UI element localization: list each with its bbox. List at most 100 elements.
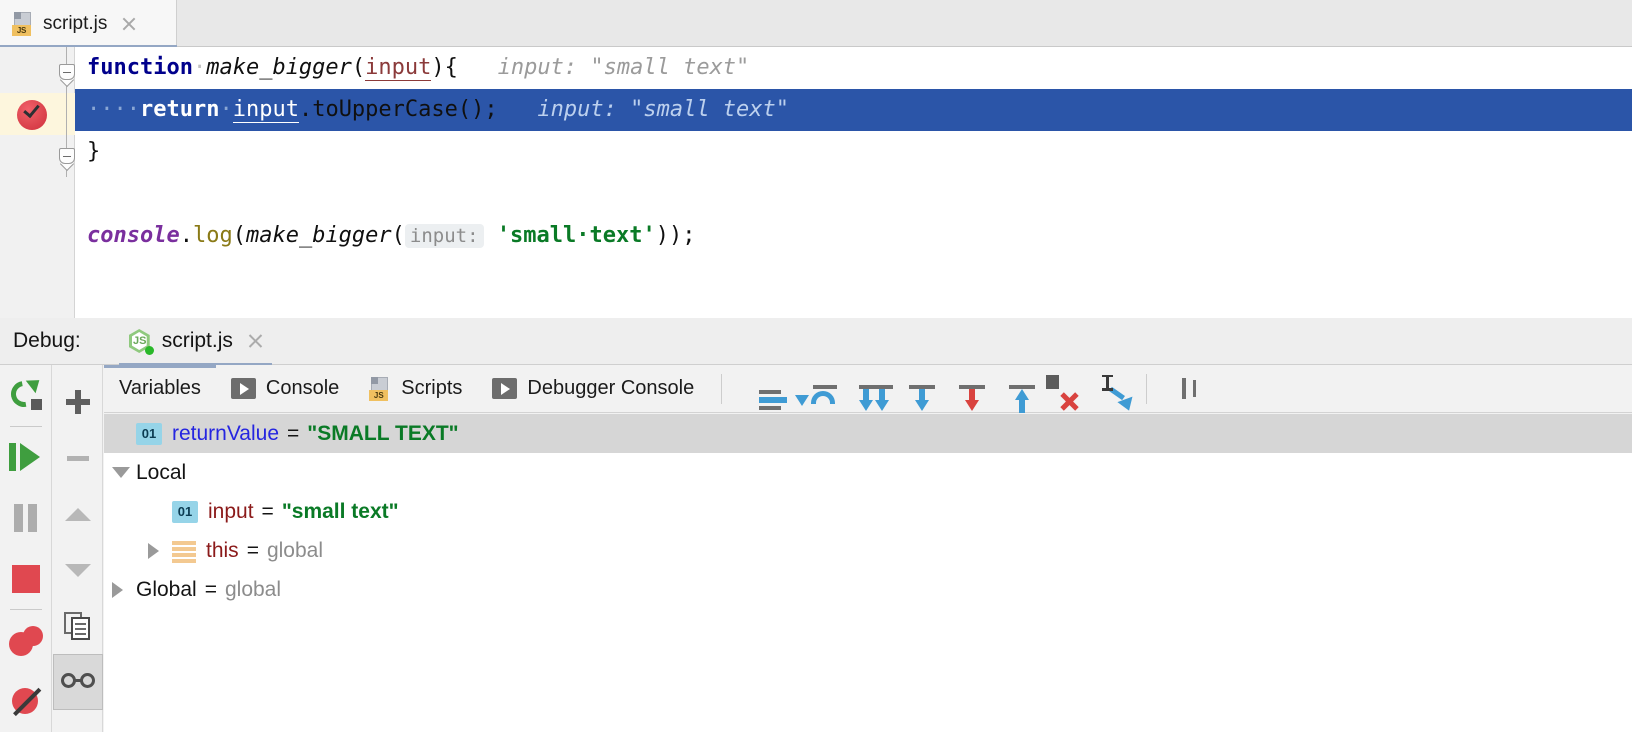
var-this[interactable]: this=global [104, 531, 1632, 570]
code-token: ){ [431, 55, 458, 80]
close-icon[interactable] [120, 15, 138, 33]
nodejs-icon: JS [127, 328, 153, 354]
divider [1146, 374, 1147, 404]
step-into-button[interactable] [834, 365, 884, 413]
code-token: ( [233, 223, 246, 248]
copy-value-button[interactable] [53, 598, 103, 654]
evaluate-expression-button[interactable] [1084, 365, 1134, 413]
inspect-button[interactable] [53, 654, 103, 710]
var-global[interactable]: Global = global [104, 570, 1632, 609]
drop-frame-button[interactable] [1034, 365, 1084, 413]
equals-sign: = [262, 500, 274, 524]
fold-marker-block-end[interactable] [59, 148, 75, 164]
collapse-arrow-icon[interactable] [112, 467, 136, 478]
tab-console[interactable]: Console [216, 365, 354, 413]
variables-tree[interactable]: 01returnValue="SMALL TEXT"Local01input="… [104, 414, 1632, 732]
variable-name: Global [136, 578, 197, 602]
stop-button[interactable] [0, 549, 52, 610]
tab-debugger-console[interactable]: Debugger Console [477, 365, 709, 413]
primitive-value-icon: 01 [136, 423, 162, 445]
code-editor[interactable]: function·make_bigger(input){ input: "sma… [75, 47, 1632, 318]
remove-watch-button[interactable] [53, 430, 103, 486]
watches-actions-column [53, 365, 103, 732]
pause-program-icon [13, 504, 39, 532]
breakpoint-verified-icon[interactable] [17, 100, 47, 130]
line-function-decl[interactable]: function·make_bigger(input){ input: "sma… [75, 47, 1632, 89]
line-blank[interactable] [75, 173, 1632, 215]
move-down-button[interactable] [53, 542, 103, 598]
code-token: . [180, 223, 193, 248]
code-folding-column[interactable] [58, 47, 75, 318]
tab-label: Variables [119, 377, 201, 400]
add-watch-button[interactable] [53, 374, 103, 430]
debug-header: Debug: JS script.js [0, 318, 1632, 365]
rerun-button[interactable] [0, 365, 52, 426]
var-local[interactable]: Local [104, 453, 1632, 492]
move-up-button[interactable] [53, 486, 103, 542]
force-step-into-button[interactable] [884, 365, 934, 413]
code-token: input [233, 97, 299, 123]
code-token: log [193, 223, 233, 248]
view-breakpoints-button[interactable] [0, 610, 52, 671]
editor-area: JS script.js function·make_bigger(input)… [0, 0, 1632, 318]
editor-tab-strip: JS script.js [0, 0, 1632, 47]
variable-name: Local [136, 461, 186, 485]
code-token: input: [405, 224, 484, 248]
code-token: .toUpperCase(); [299, 97, 498, 122]
variable-value: global [267, 539, 323, 563]
tab-variables[interactable]: Variables [104, 365, 216, 413]
console-icon [231, 378, 256, 399]
js-file-icon: JS [369, 377, 391, 401]
debug-label: Debug: [13, 329, 81, 353]
variable-value: global [225, 578, 281, 602]
inline-parameter-hint: input: "small text" [498, 97, 789, 122]
tab-label: Console [266, 377, 339, 400]
var-returnvalue[interactable]: 01returnValue="SMALL TEXT" [104, 414, 1632, 453]
equals-sign: = [205, 578, 217, 602]
code-token: ( [392, 223, 405, 248]
arrow-down-icon [65, 564, 91, 577]
debug-tool-window: Debug: JS script.js [0, 318, 1632, 732]
code-token: ( [352, 55, 365, 80]
debug-session-label: script.js [162, 329, 233, 353]
line-closing-brace[interactable]: } [75, 131, 1632, 173]
tab-label: Debugger Console [527, 377, 694, 400]
expand-arrow-icon[interactable] [148, 543, 172, 559]
arrow-up-icon [65, 508, 91, 521]
stop-icon [12, 565, 40, 593]
settings-button[interactable] [1159, 365, 1209, 413]
pause-button[interactable] [0, 488, 52, 549]
debug-session-tab[interactable]: JS script.js [119, 318, 272, 365]
code-token: } [87, 139, 100, 164]
tab-scripts[interactable]: JSScripts [354, 365, 477, 413]
code-token: function [87, 55, 193, 80]
expand-arrow-icon[interactable] [112, 582, 136, 598]
close-icon[interactable] [247, 333, 264, 350]
primitive-value-icon: 01 [172, 501, 198, 523]
console-icon [492, 378, 517, 399]
line-return[interactable]: ····return·input.toUpperCase(); input: "… [75, 89, 1632, 131]
code-token: console [87, 223, 180, 248]
code-token: input [365, 55, 431, 81]
show-execution-point-button[interactable] [734, 365, 784, 413]
step-over-button[interactable] [784, 365, 834, 413]
resume-button[interactable] [0, 427, 52, 488]
run-to-cursor-button[interactable] [984, 365, 1034, 413]
mute-breakpoints-button[interactable] [0, 671, 52, 732]
variable-value: "small text" [282, 500, 399, 524]
glasses-icon [61, 673, 95, 691]
inline-parameter-hint: input: "small text" [458, 55, 749, 80]
breakpoints-icon [9, 626, 43, 656]
rerun-icon [10, 379, 42, 411]
variable-name: returnValue [172, 422, 279, 446]
editor-tab-label: script.js [43, 13, 107, 35]
mute-breakpoints-icon [11, 687, 41, 717]
var-input[interactable]: 01input="small text" [104, 492, 1632, 531]
step-out-button[interactable] [934, 365, 984, 413]
fold-marker-function[interactable] [59, 64, 75, 80]
equals-sign: = [247, 539, 259, 563]
line-console-log[interactable]: console.log(make_bigger(input: 'small·te… [75, 215, 1632, 257]
code-token: make_bigger [206, 55, 352, 80]
code-token: · [193, 55, 206, 80]
editor-tab-script-js[interactable]: JS script.js [0, 0, 177, 47]
